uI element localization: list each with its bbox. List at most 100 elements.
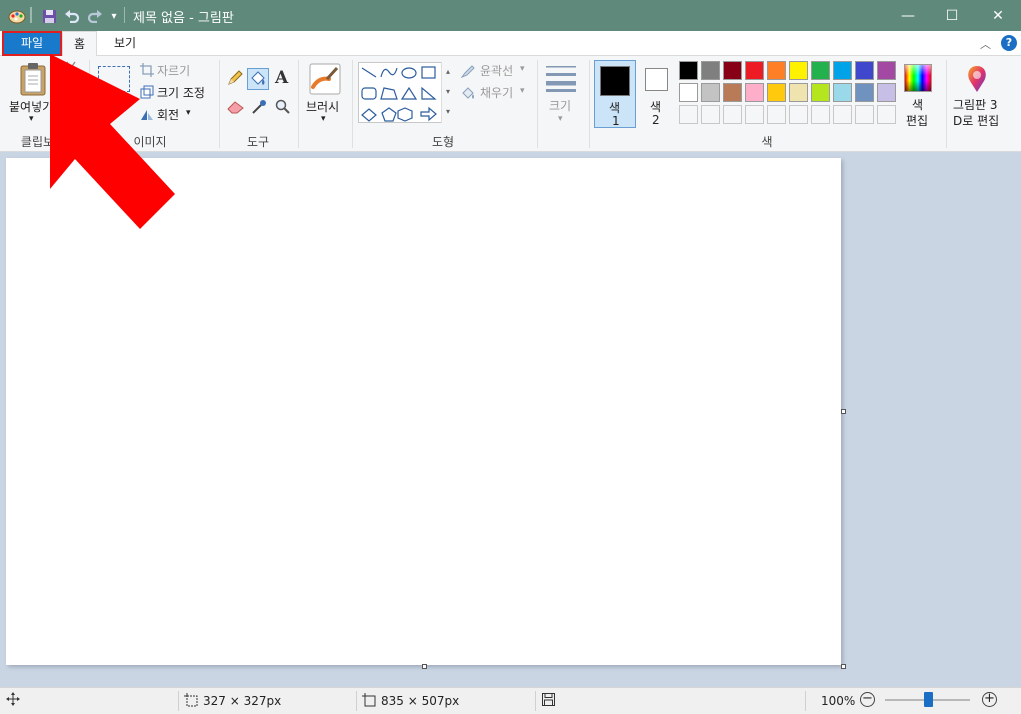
- palette-custom-swatch[interactable]: [701, 105, 720, 124]
- palette-swatch[interactable]: [767, 83, 786, 102]
- zoom-in-button[interactable]: +: [982, 692, 997, 707]
- palette-swatch[interactable]: [701, 83, 720, 102]
- redo-icon[interactable]: [86, 7, 104, 25]
- ribbon-tab-row: 파일 홈 보기 ︿ ?: [0, 31, 1021, 57]
- cut-icon[interactable]: [64, 61, 78, 77]
- palette-swatch[interactable]: [833, 83, 852, 102]
- select-icon[interactable]: [98, 66, 130, 92]
- eraser-icon[interactable]: [227, 100, 245, 114]
- resize-handle-bottom[interactable]: [422, 664, 427, 669]
- palette-swatch[interactable]: [855, 83, 874, 102]
- palette-swatch[interactable]: [811, 61, 830, 80]
- brush-dropdown-icon[interactable]: ▾: [321, 114, 326, 124]
- undo-icon[interactable]: [63, 7, 81, 25]
- color1-number: 1: [612, 114, 620, 128]
- selection-size-icon: [184, 693, 198, 710]
- palette-swatch[interactable]: [811, 83, 830, 102]
- palette-custom-swatch[interactable]: [877, 105, 896, 124]
- rotate-button[interactable]: 회전: [157, 106, 179, 123]
- palette-swatch[interactable]: [877, 83, 896, 102]
- status-separator: [178, 691, 179, 711]
- save-icon[interactable]: [40, 7, 58, 25]
- fill-button[interactable]: 채우기: [480, 84, 513, 101]
- color1-button[interactable]: 색 1: [594, 60, 636, 128]
- palette-swatch[interactable]: [723, 61, 742, 80]
- palette-custom-swatch[interactable]: [855, 105, 874, 124]
- paste-dropdown-icon[interactable]: ▾: [29, 114, 34, 124]
- tab-view[interactable]: 보기: [100, 31, 150, 56]
- palette-swatch[interactable]: [723, 83, 742, 102]
- resize-button[interactable]: 크기 조정: [157, 84, 205, 101]
- brush-icon[interactable]: [309, 63, 341, 95]
- palette-swatch[interactable]: [679, 61, 698, 80]
- palette-swatch[interactable]: [789, 61, 808, 80]
- crop-icon[interactable]: [140, 63, 154, 77]
- palette-swatch[interactable]: [789, 83, 808, 102]
- maximize-button[interactable]: ☐: [929, 0, 975, 31]
- title-bar: ▾ 제목 없음 - 그림판 — ☐ ✕: [0, 0, 1021, 31]
- palette-swatch[interactable]: [679, 83, 698, 102]
- paint3d-label-2[interactable]: D로 편집: [953, 112, 999, 129]
- maximize-icon: ☐: [945, 7, 959, 24]
- color-picker-icon[interactable]: [251, 99, 267, 115]
- palette-custom-swatch[interactable]: [767, 105, 786, 124]
- size-dropdown-icon[interactable]: ▾: [558, 114, 563, 124]
- zoom-slider-thumb[interactable]: [923, 692, 933, 707]
- palette-custom-swatch[interactable]: [723, 105, 742, 124]
- help-icon[interactable]: ?: [1001, 35, 1017, 51]
- crop-button[interactable]: 자르기: [157, 62, 190, 79]
- magnifier-icon[interactable]: [275, 99, 291, 115]
- edit-colors-icon[interactable]: [904, 64, 932, 92]
- edit-colors-label-1[interactable]: 색: [912, 96, 923, 113]
- palette-swatch[interactable]: [833, 61, 852, 80]
- shapes-scroll[interactable]: ▴ ▾ ▾: [441, 62, 454, 123]
- close-button[interactable]: ✕: [975, 0, 1021, 31]
- palette-swatch[interactable]: [745, 61, 764, 80]
- minimize-button[interactable]: —: [885, 0, 931, 31]
- drawing-canvas[interactable]: [6, 158, 841, 665]
- palette-custom-swatch[interactable]: [811, 105, 830, 124]
- palette-swatch[interactable]: [855, 61, 874, 80]
- tab-home[interactable]: 홈: [62, 31, 97, 57]
- palette-custom-swatch[interactable]: [833, 105, 852, 124]
- resize-icon[interactable]: [140, 85, 154, 99]
- canvas-size: 835 × 507px: [381, 694, 460, 708]
- pencil-icon[interactable]: [227, 70, 243, 86]
- palette-custom-swatch[interactable]: [745, 105, 764, 124]
- palette-swatch[interactable]: [701, 61, 720, 80]
- brush-button[interactable]: 브러시: [306, 98, 339, 115]
- size-icon[interactable]: [545, 64, 577, 92]
- clipboard-icon[interactable]: [17, 62, 49, 96]
- resize-handle-corner[interactable]: [841, 664, 846, 669]
- text-tool-icon[interactable]: A: [275, 68, 291, 88]
- fill-bucket-icon[interactable]: [247, 68, 269, 90]
- shapes-gallery[interactable]: [358, 62, 454, 123]
- paint-app-icon[interactable]: [8, 7, 26, 25]
- customize-quick-access-icon[interactable]: ▾: [108, 7, 120, 25]
- edit-colors-label-2[interactable]: 편집: [906, 112, 928, 129]
- palette-swatch[interactable]: [877, 61, 896, 80]
- resize-handle-right[interactable]: [841, 409, 846, 414]
- outline-icon[interactable]: [460, 64, 476, 79]
- paint3d-label-1[interactable]: 그림판 3: [953, 96, 998, 113]
- size-button[interactable]: 크기: [549, 97, 571, 114]
- tab-file[interactable]: 파일: [2, 31, 62, 56]
- palette-swatch[interactable]: [767, 61, 786, 80]
- color2-button[interactable]: 색 2: [640, 60, 674, 128]
- outline-button[interactable]: 윤곽선: [480, 62, 513, 79]
- image-group-label: 이미지: [133, 135, 167, 149]
- fill-icon[interactable]: [461, 86, 476, 100]
- zoom-out-button[interactable]: −: [860, 692, 875, 707]
- palette-custom-swatch[interactable]: [679, 105, 698, 124]
- rotate-dropdown-icon[interactable]: ▾: [186, 108, 191, 118]
- paste-button[interactable]: 붙여넣기: [9, 98, 53, 115]
- color2-swatch: [645, 68, 668, 91]
- outline-dropdown-icon[interactable]: ▾: [520, 64, 525, 74]
- collapse-ribbon-icon[interactable]: ︿: [980, 36, 991, 52]
- paint3d-icon[interactable]: [962, 64, 992, 94]
- palette-swatch[interactable]: [745, 83, 764, 102]
- rotate-icon[interactable]: [140, 107, 154, 121]
- fill-dropdown-icon[interactable]: ▾: [520, 86, 525, 96]
- group-separator: [537, 60, 538, 148]
- palette-custom-swatch[interactable]: [789, 105, 808, 124]
